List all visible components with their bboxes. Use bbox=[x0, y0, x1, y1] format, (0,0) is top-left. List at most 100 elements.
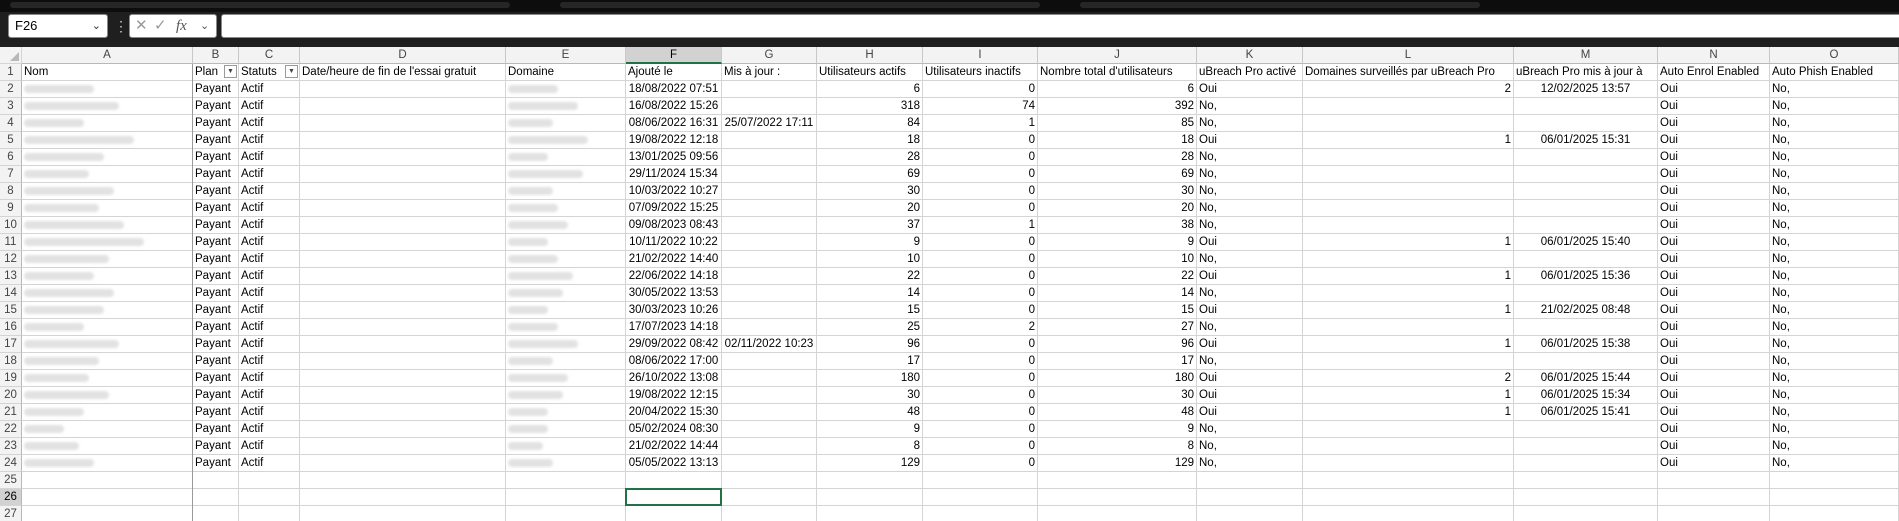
row-header-26[interactable]: 26 bbox=[0, 489, 22, 506]
data-cell-o[interactable]: No, bbox=[1770, 404, 1899, 421]
data-cell-j[interactable]: 180 bbox=[1038, 370, 1197, 387]
data-cell-b[interactable]: Payant bbox=[193, 183, 239, 200]
data-cell-i[interactable]: 0 bbox=[923, 132, 1038, 149]
data-cell-k[interactable]: Oui bbox=[1197, 370, 1303, 387]
chevron-down-icon[interactable]: ⌄ bbox=[92, 15, 101, 37]
row-header-19[interactable]: 19 bbox=[0, 370, 22, 387]
data-cell-f[interactable]: 17/07/2023 14:18 bbox=[626, 319, 722, 336]
data-cell-e[interactable] bbox=[506, 183, 626, 200]
data-cell-b[interactable]: Payant bbox=[193, 132, 239, 149]
data-cell-n[interactable]: Oui bbox=[1658, 421, 1770, 438]
data-cell-b[interactable]: Payant bbox=[193, 336, 239, 353]
data-cell-m[interactable] bbox=[1514, 149, 1658, 166]
data-cell-e[interactable] bbox=[506, 319, 626, 336]
data-cell-g[interactable] bbox=[722, 421, 817, 438]
data-cell-b[interactable]: Payant bbox=[193, 387, 239, 404]
data-cell-o[interactable]: No, bbox=[1770, 285, 1899, 302]
data-cell-d[interactable] bbox=[300, 166, 506, 183]
row-header-1[interactable]: 1 bbox=[0, 64, 22, 81]
data-cell-k[interactable]: No, bbox=[1197, 455, 1303, 472]
data-cell-j[interactable]: 8 bbox=[1038, 438, 1197, 455]
column-header-k[interactable]: K bbox=[1197, 47, 1303, 64]
data-cell-a[interactable] bbox=[22, 183, 193, 200]
data-cell-n[interactable]: Oui bbox=[1658, 149, 1770, 166]
data-cell-m[interactable] bbox=[1514, 421, 1658, 438]
data-cell-f[interactable]: 21/02/2022 14:40 bbox=[626, 251, 722, 268]
data-cell-f[interactable]: 29/11/2024 15:34 bbox=[626, 166, 722, 183]
data-cell-i[interactable]: 0 bbox=[923, 285, 1038, 302]
row-header-18[interactable]: 18 bbox=[0, 353, 22, 370]
data-cell-g[interactable] bbox=[722, 404, 817, 421]
empty-cell[interactable] bbox=[923, 489, 1038, 506]
empty-cell[interactable] bbox=[193, 506, 239, 521]
data-cell-c[interactable]: Actif bbox=[239, 98, 300, 115]
data-cell-o[interactable]: No, bbox=[1770, 438, 1899, 455]
data-cell-f[interactable]: 30/05/2022 13:53 bbox=[626, 285, 722, 302]
empty-cell[interactable] bbox=[722, 506, 817, 521]
data-cell-b[interactable]: Payant bbox=[193, 251, 239, 268]
data-cell-d[interactable] bbox=[300, 149, 506, 166]
data-cell-o[interactable]: No, bbox=[1770, 302, 1899, 319]
row-header-14[interactable]: 14 bbox=[0, 285, 22, 302]
data-cell-h[interactable]: 22 bbox=[817, 268, 923, 285]
data-cell-n[interactable]: Oui bbox=[1658, 200, 1770, 217]
data-cell-h[interactable]: 30 bbox=[817, 183, 923, 200]
header-cell-c[interactable]: Statuts ▼ bbox=[239, 64, 300, 81]
column-header-d[interactable]: D bbox=[300, 47, 506, 64]
row-header-10[interactable]: 10 bbox=[0, 217, 22, 234]
data-cell-d[interactable] bbox=[300, 421, 506, 438]
data-cell-c[interactable]: Actif bbox=[239, 217, 300, 234]
data-cell-f[interactable]: 07/09/2022 15:25 bbox=[626, 200, 722, 217]
data-cell-m[interactable]: 06/01/2025 15:36 bbox=[1514, 268, 1658, 285]
select-all-corner[interactable] bbox=[0, 47, 22, 64]
data-cell-f[interactable]: 22/06/2022 14:18 bbox=[626, 268, 722, 285]
data-cell-b[interactable]: Payant bbox=[193, 421, 239, 438]
data-cell-d[interactable] bbox=[300, 132, 506, 149]
data-cell-g[interactable] bbox=[722, 81, 817, 98]
data-cell-g[interactable]: 02/11/2022 10:23 bbox=[722, 336, 817, 353]
data-cell-l[interactable] bbox=[1303, 200, 1514, 217]
data-cell-d[interactable] bbox=[300, 285, 506, 302]
data-cell-i[interactable]: 0 bbox=[923, 336, 1038, 353]
data-cell-e[interactable] bbox=[506, 387, 626, 404]
empty-cell[interactable] bbox=[1303, 506, 1514, 521]
data-cell-l[interactable] bbox=[1303, 421, 1514, 438]
data-cell-e[interactable] bbox=[506, 353, 626, 370]
data-cell-k[interactable]: Oui bbox=[1197, 234, 1303, 251]
data-cell-h[interactable]: 10 bbox=[817, 251, 923, 268]
row-header-9[interactable]: 9 bbox=[0, 200, 22, 217]
data-cell-i[interactable]: 1 bbox=[923, 217, 1038, 234]
data-cell-j[interactable]: 27 bbox=[1038, 319, 1197, 336]
data-cell-i[interactable]: 0 bbox=[923, 455, 1038, 472]
row-header-23[interactable]: 23 bbox=[0, 438, 22, 455]
column-header-i[interactable]: I bbox=[923, 47, 1038, 64]
data-cell-n[interactable]: Oui bbox=[1658, 166, 1770, 183]
data-cell-j[interactable]: 18 bbox=[1038, 132, 1197, 149]
data-cell-c[interactable]: Actif bbox=[239, 268, 300, 285]
empty-cell[interactable] bbox=[1303, 489, 1514, 506]
data-cell-e[interactable] bbox=[506, 234, 626, 251]
data-cell-n[interactable]: Oui bbox=[1658, 404, 1770, 421]
data-cell-j[interactable]: 85 bbox=[1038, 115, 1197, 132]
data-cell-b[interactable]: Payant bbox=[193, 285, 239, 302]
data-cell-m[interactable] bbox=[1514, 98, 1658, 115]
column-header-l[interactable]: L bbox=[1303, 47, 1514, 64]
empty-cell[interactable] bbox=[1658, 472, 1770, 489]
data-cell-m[interactable]: 06/01/2025 15:44 bbox=[1514, 370, 1658, 387]
data-cell-a[interactable] bbox=[22, 302, 193, 319]
data-cell-m[interactable] bbox=[1514, 353, 1658, 370]
data-cell-h[interactable]: 318 bbox=[817, 98, 923, 115]
data-cell-a[interactable] bbox=[22, 217, 193, 234]
data-cell-m[interactable]: 06/01/2025 15:34 bbox=[1514, 387, 1658, 404]
data-cell-d[interactable] bbox=[300, 268, 506, 285]
data-cell-e[interactable] bbox=[506, 200, 626, 217]
data-cell-g[interactable] bbox=[722, 166, 817, 183]
data-cell-b[interactable]: Payant bbox=[193, 200, 239, 217]
data-cell-n[interactable]: Oui bbox=[1658, 81, 1770, 98]
data-cell-h[interactable]: 14 bbox=[817, 285, 923, 302]
data-cell-g[interactable] bbox=[722, 251, 817, 268]
data-cell-f[interactable]: 10/11/2022 10:22 bbox=[626, 234, 722, 251]
data-cell-m[interactable]: 06/01/2025 15:40 bbox=[1514, 234, 1658, 251]
data-cell-l[interactable]: 1 bbox=[1303, 387, 1514, 404]
data-cell-a[interactable] bbox=[22, 370, 193, 387]
